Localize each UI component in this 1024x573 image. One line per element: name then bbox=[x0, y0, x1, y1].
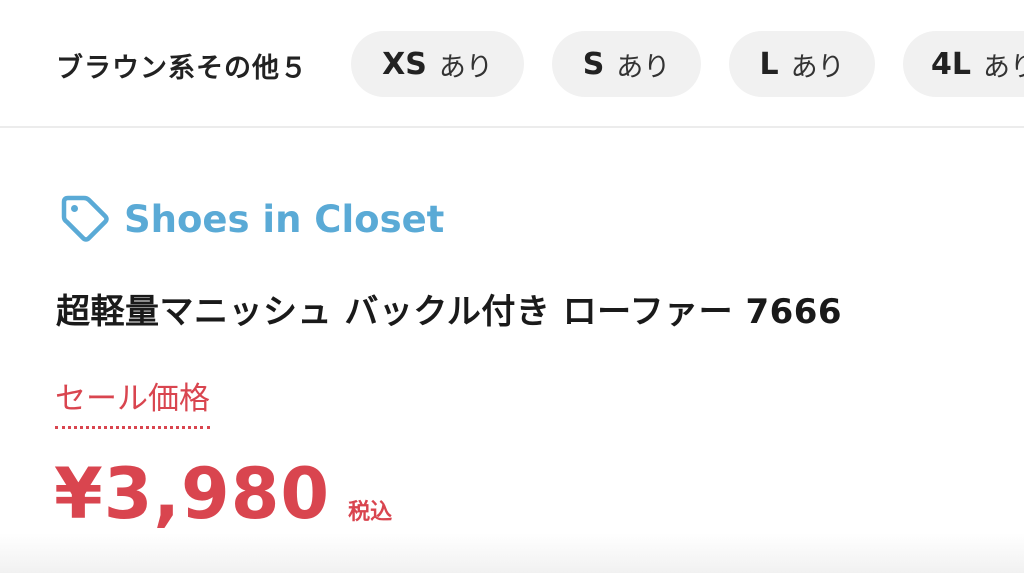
size-chip-l[interactable]: L あり bbox=[729, 31, 875, 97]
size-label: L bbox=[759, 46, 779, 82]
size-label: XS bbox=[382, 46, 427, 82]
size-label: 4L bbox=[931, 46, 971, 82]
product-title: 超軽量マニッシュ バックル付き ローファー 7666 bbox=[56, 292, 843, 332]
brand-name: Shoes in Closet bbox=[124, 197, 445, 241]
stock-label: あり bbox=[983, 51, 1024, 83]
bottom-shadow bbox=[0, 533, 1024, 573]
tax-included-note: 税込 bbox=[348, 500, 393, 525]
stock-label: あり bbox=[438, 51, 493, 83]
size-chip-xs[interactable]: XS あり bbox=[351, 31, 524, 97]
size-chip-s[interactable]: S あり bbox=[552, 31, 701, 97]
size-label: S bbox=[582, 46, 605, 82]
stock-label: あり bbox=[616, 51, 671, 83]
product-page: ブラウン系その他５ XS あり S あり L あり 4L あり Shoes in… bbox=[0, 0, 1024, 573]
color-variant-label: ブラウン系その他５ bbox=[56, 53, 308, 84]
sale-price: ¥3,980 bbox=[54, 453, 331, 535]
sale-price-label: セール価格 bbox=[55, 373, 210, 429]
brand-link[interactable]: Shoes in Closet bbox=[58, 192, 444, 246]
stock-label: あり bbox=[790, 51, 845, 83]
variant-bar: ブラウン系その他５ XS あり S あり L あり 4L あり bbox=[0, 0, 1024, 128]
tag-icon bbox=[61, 195, 109, 242]
price-row: ¥3,980 税込 bbox=[54, 454, 392, 534]
size-chip-4l[interactable]: 4L あり bbox=[903, 31, 1024, 97]
